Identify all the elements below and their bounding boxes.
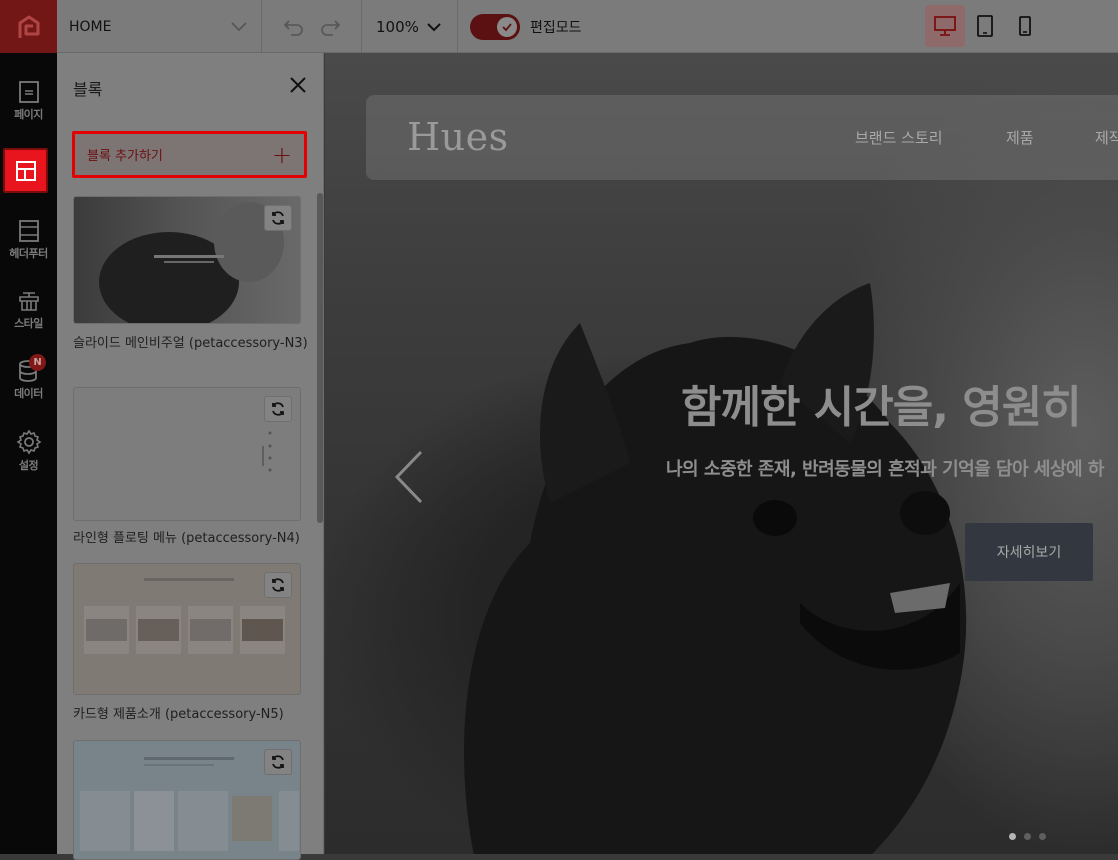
page-selector[interactable]: HOME <box>57 0 262 53</box>
slide-dot[interactable] <box>1009 833 1016 840</box>
nav-link-brand-story[interactable]: 브랜드 스토리 <box>855 127 943 148</box>
refresh-icon <box>272 211 284 225</box>
tablet-view-button[interactable] <box>965 5 1005 47</box>
toggle-knob <box>497 16 517 37</box>
redo-icon[interactable] <box>319 17 341 37</box>
refresh-icon <box>272 755 284 769</box>
sidebar-item-label: 헤더푸터 <box>9 247 48 260</box>
edit-mode-toggle[interactable] <box>470 13 520 40</box>
desktop-view-button[interactable] <box>925 5 965 47</box>
app-logo[interactable] <box>0 0 57 53</box>
edit-mode-control: 편집모드 <box>470 0 582 53</box>
history-controls <box>262 0 362 53</box>
site-header: Hues 브랜드 스토리 제품 제작 <box>366 95 1118 180</box>
chevron-left-icon[interactable] <box>393 448 425 506</box>
sidebar-item-label: 스타일 <box>14 317 43 330</box>
replace-block-button[interactable] <box>264 572 292 598</box>
tablet-icon <box>977 15 993 37</box>
sidebar-item-header-footer[interactable]: 헤더푸터 <box>0 219 57 261</box>
block-card-product-cards[interactable] <box>73 563 301 695</box>
mobile-icon <box>1019 16 1031 36</box>
refresh-icon <box>272 402 284 416</box>
block-panel: 블록 블록 추가하기 + 슬라이드 메인비주얼 (petaccessory-N3… <box>57 53 324 860</box>
gear-icon <box>16 429 41 455</box>
add-block-button[interactable]: 블록 추가하기 + <box>72 131 307 178</box>
sidebar-item-settings[interactable]: 설정 <box>0 429 57 473</box>
block-card-label: 라인형 플로팅 메뉴 (petaccessory-N4) <box>73 531 300 546</box>
desktop-icon <box>934 16 956 36</box>
chevron-down-icon <box>427 22 441 31</box>
block-card-floating-menu[interactable] <box>73 387 301 521</box>
replace-block-button[interactable] <box>264 396 292 422</box>
zoom-value: 100% <box>376 17 419 36</box>
header-footer-icon <box>18 220 39 242</box>
page-selector-value: HOME <box>69 18 112 35</box>
close-icon[interactable] <box>288 75 308 95</box>
block-card-step-intro[interactable] <box>73 740 301 860</box>
replace-block-button[interactable] <box>264 749 292 775</box>
site-logo[interactable]: Hues <box>407 115 509 159</box>
panel-header: 블록 <box>57 53 324 119</box>
replace-block-button[interactable] <box>264 205 292 231</box>
sidebar-item-style[interactable]: 스타일 <box>0 289 57 331</box>
nav-link-products[interactable]: 제품 <box>1006 127 1034 148</box>
slide-dot[interactable] <box>1039 833 1046 840</box>
sidebar-item-page[interactable]: 페이지 <box>0 80 57 122</box>
sidebar-item-label: 설정 <box>18 459 39 472</box>
hero-more-button[interactable]: 자세히보기 <box>965 523 1093 581</box>
block-card-label: 카드형 제품소개 (petaccessory-N5) <box>73 707 284 722</box>
device-switcher <box>925 5 1045 47</box>
edit-mode-label: 편집모드 <box>530 19 582 36</box>
undo-icon[interactable] <box>283 17 305 37</box>
top-toolbar: HOME 100% 편집모드 <box>0 0 1118 53</box>
add-block-label: 블록 추가하기 <box>87 149 163 164</box>
slide-pagination <box>1009 833 1046 840</box>
chevron-down-icon <box>231 22 247 32</box>
logo-icon <box>18 15 39 38</box>
block-layout-icon <box>15 160 36 181</box>
panel-scrollbar[interactable] <box>317 193 323 523</box>
sidebar-item-label: 페이지 <box>14 108 43 121</box>
panel-title: 블록 <box>73 80 103 99</box>
mobile-view-button[interactable] <box>1005 5 1045 47</box>
page-preview-canvas[interactable]: Hues 브랜드 스토리 제품 제작 함께한 시간을, 영원히 나의 소중한 존… <box>325 53 1118 854</box>
check-icon <box>502 22 512 31</box>
style-icon <box>18 292 39 311</box>
notification-badge: N <box>29 354 46 371</box>
slide-dot[interactable] <box>1024 833 1031 840</box>
zoom-selector[interactable]: 100% <box>362 0 458 53</box>
sidebar-item-block[interactable] <box>3 148 48 193</box>
nav-link-production[interactable]: 제작 <box>1095 127 1118 148</box>
page-icon <box>18 81 39 103</box>
refresh-icon <box>272 578 284 592</box>
hero-photo-dog <box>464 283 967 854</box>
hero-title: 함께한 시간을, 영원히 <box>681 382 1082 433</box>
plus-icon: + <box>271 141 292 169</box>
hero-subtitle: 나의 소중한 존재, 반려동물의 흔적과 기억을 담아 세상에 하 <box>666 459 1104 480</box>
block-card-slide-main-visual[interactable] <box>73 196 301 324</box>
left-sidebar: 페이지 헤더푸터 스타일 데이터 설정 N <box>0 53 57 854</box>
sidebar-item-label: 데이터 <box>14 387 43 400</box>
block-card-label: 슬라이드 메인비주얼 (petaccessory-N3) <box>73 336 308 351</box>
